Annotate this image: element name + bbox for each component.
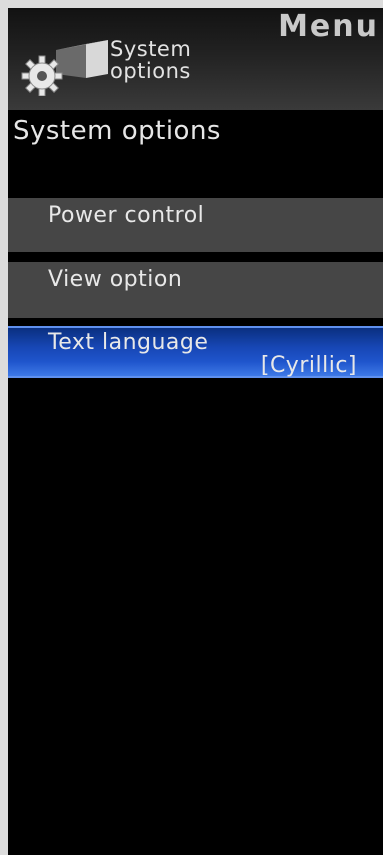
tv-menu-screen: System options Menu System options Power…: [8, 8, 383, 855]
menu-item-label: Power control: [48, 203, 205, 228]
header-section-label: System options: [110, 38, 191, 82]
gear-icon: [21, 40, 108, 96]
menu-item-label: View option: [48, 267, 183, 292]
menu-item-text-language[interactable]: Text language [Cyrillic]: [8, 326, 383, 378]
menu-item-view-option[interactable]: View option: [8, 262, 383, 318]
menu-item-label: Text language: [48, 330, 209, 355]
page-title: System options: [13, 116, 221, 146]
header-label-line2: options: [110, 59, 191, 83]
menu-title: Menu: [278, 9, 379, 44]
menu-item-value: [Cyrillic]: [260, 353, 357, 378]
menu-header: System options Menu: [8, 8, 383, 110]
header-label-line1: System: [110, 37, 192, 61]
menu-item-power-control[interactable]: Power control: [8, 198, 383, 252]
